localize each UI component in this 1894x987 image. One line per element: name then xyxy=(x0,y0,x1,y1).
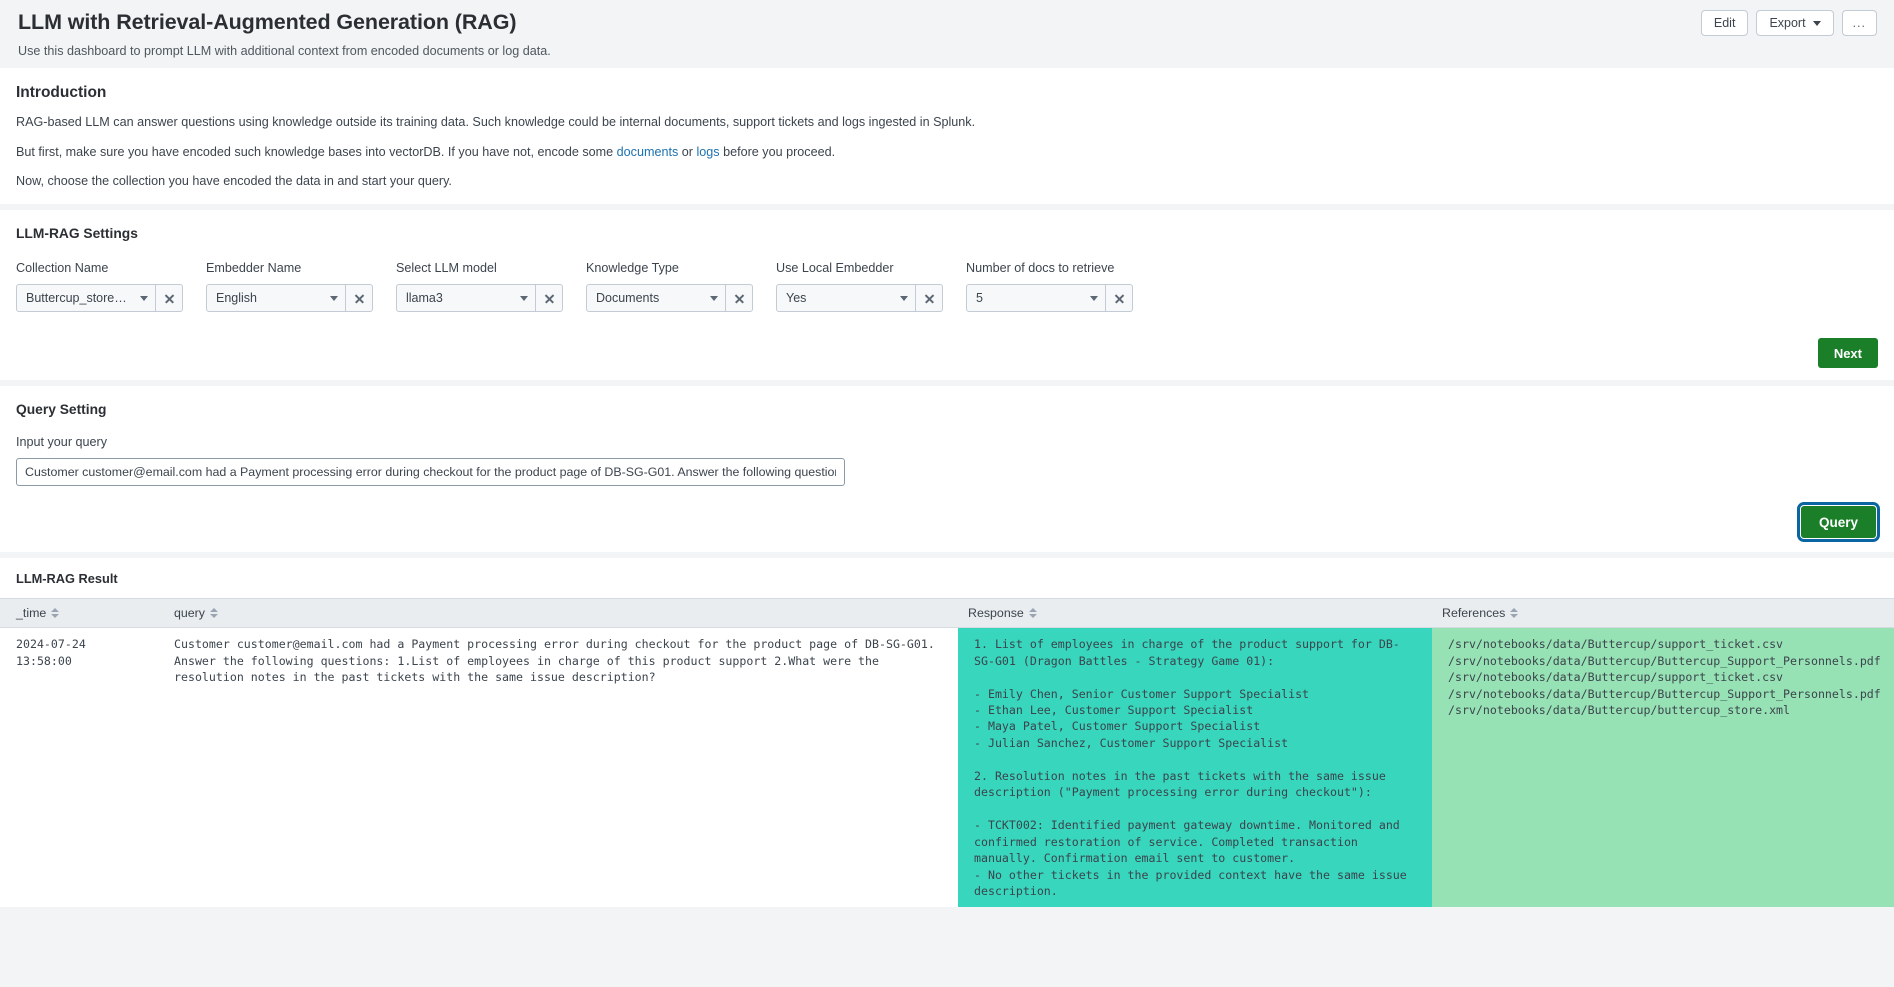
introduction-heading: Introduction xyxy=(16,84,107,101)
collection-name-clear-button[interactable] xyxy=(156,284,183,313)
field-label-use-local-embedder: Use Local Embedder xyxy=(776,261,894,276)
use-local-embedder-value: Yes xyxy=(786,291,807,306)
sort-icon[interactable] xyxy=(1028,607,1037,619)
number-of-docs-select[interactable]: 5 xyxy=(966,284,1106,313)
chevron-down-icon xyxy=(1090,295,1098,301)
use-local-embedder-clear-button[interactable] xyxy=(916,284,943,313)
close-icon xyxy=(924,293,935,304)
chevron-down-icon xyxy=(140,295,148,301)
llm-model-value: llama3 xyxy=(406,291,443,306)
edit-button[interactable]: Edit xyxy=(1700,10,1749,36)
field-label-collection-name: Collection Name xyxy=(16,261,109,276)
use-local-embedder-select[interactable]: Yes xyxy=(776,284,916,313)
intro-text-b: or xyxy=(678,144,697,159)
column-header-time-label: _time xyxy=(16,606,47,621)
knowledge-type-value: Documents xyxy=(596,291,660,306)
knowledge-type-clear-button[interactable] xyxy=(726,284,753,313)
query-button[interactable]: Query xyxy=(1796,502,1881,543)
number-of-docs-value: 5 xyxy=(976,291,983,306)
chevron-down-icon xyxy=(330,295,338,301)
llm-rag-settings-panel: LLM-RAG Settings Collection Name Butterc… xyxy=(0,210,1894,381)
dashboard-header: LLM with Retrieval-Augmented Generation … xyxy=(0,0,1894,68)
query-setting-panel: Query Setting Input your query Query xyxy=(0,386,1894,553)
export-button[interactable]: Export xyxy=(1756,10,1834,36)
cell-time: 2024-07-24 13:58:00 xyxy=(16,637,93,668)
query-button-row: Query xyxy=(0,486,1894,552)
column-header-response[interactable]: Response xyxy=(958,598,1432,629)
chevron-down-icon xyxy=(900,295,908,301)
settings-title: LLM-RAG Settings xyxy=(16,226,138,242)
collection-name-select[interactable]: Buttercup_store_in... xyxy=(16,284,156,313)
logs-link[interactable]: logs xyxy=(696,145,719,159)
column-header-time[interactable]: _time xyxy=(0,598,158,629)
documents-link[interactable]: documents xyxy=(617,145,679,159)
result-title: LLM-RAG Result xyxy=(16,571,118,587)
embedder-name-clear-button[interactable] xyxy=(346,284,373,313)
field-label-knowledge-type: Knowledge Type xyxy=(586,261,679,276)
result-table-body: 2024-07-24 13:58:00 Customer customer@em… xyxy=(0,627,1894,908)
field-collection-name: Collection Name Buttercup_store_in... xyxy=(16,261,206,313)
result-table: _time query Response References 2024-07-… xyxy=(0,598,1894,908)
result-table-head: _time query Response References xyxy=(0,598,1894,629)
column-header-references-label: References xyxy=(1442,606,1506,621)
close-icon xyxy=(164,293,175,304)
introduction-paragraph-3: Now, choose the collection you have enco… xyxy=(16,174,452,189)
table-row[interactable]: 2024-07-24 13:58:00 Customer customer@em… xyxy=(0,627,1894,908)
more-options-button[interactable]: ... xyxy=(1841,10,1877,36)
query-input-label: Input your query xyxy=(16,435,108,450)
field-label-number-of-docs: Number of docs to retrieve xyxy=(966,261,1115,276)
table-header-row: _time query Response References xyxy=(0,598,1894,629)
number-of-docs-clear-button[interactable] xyxy=(1106,284,1133,313)
column-header-query[interactable]: query xyxy=(158,598,958,629)
cell-query: Customer customer@email.com had a Paymen… xyxy=(174,637,942,685)
column-header-references[interactable]: References xyxy=(1432,598,1894,629)
embedder-name-select[interactable]: English xyxy=(206,284,346,313)
field-knowledge-type: Knowledge Type Documents xyxy=(586,261,776,313)
cell-response: 1. List of employees in charge of the pr… xyxy=(958,627,1432,908)
introduction-panel: Introduction RAG-based LLM can answer qu… xyxy=(0,68,1894,205)
page-title: LLM with Retrieval-Augmented Generation … xyxy=(18,10,517,34)
settings-fields-row: Collection Name Buttercup_store_in... Em… xyxy=(16,261,1878,313)
field-select-llm-model: Select LLM model llama3 xyxy=(396,261,586,313)
field-number-of-docs: Number of docs to retrieve 5 xyxy=(966,261,1166,313)
close-icon xyxy=(354,293,365,304)
query-setting-title: Query Setting xyxy=(16,402,107,418)
header-actions: Edit Export ... xyxy=(1700,10,1877,36)
field-embedder-name: Embedder Name English xyxy=(206,261,396,313)
close-icon xyxy=(1114,293,1125,304)
llm-rag-result-panel: LLM-RAG Result _time query Response Refe… xyxy=(0,558,1894,908)
query-input[interactable] xyxy=(16,458,845,487)
edit-button-label: Edit xyxy=(1713,16,1736,30)
intro-text-c: before you proceed. xyxy=(719,144,836,159)
sort-icon[interactable] xyxy=(210,607,218,619)
page-subtitle: Use this dashboard to prompt LLM with ad… xyxy=(18,44,551,58)
more-options-label: ... xyxy=(1852,16,1866,30)
export-button-label: Export xyxy=(1769,16,1806,30)
llm-model-clear-button[interactable] xyxy=(536,284,563,313)
intro-text-a: But first, make sure you have encoded su… xyxy=(16,144,617,159)
column-header-query-label: query xyxy=(174,606,205,621)
embedder-name-value: English xyxy=(216,291,257,306)
close-icon xyxy=(734,293,745,304)
chevron-down-icon xyxy=(710,295,718,301)
chevron-down-icon xyxy=(1812,20,1821,26)
next-button[interactable]: Next xyxy=(1817,338,1878,369)
sort-icon[interactable] xyxy=(51,607,60,619)
next-button-row: Next xyxy=(0,316,1894,380)
introduction-paragraph-1: RAG-based LLM can answer questions using… xyxy=(16,115,976,129)
chevron-down-icon xyxy=(520,295,528,301)
knowledge-type-select[interactable]: Documents xyxy=(586,284,726,313)
introduction-paragraph-2: But first, make sure you have encoded su… xyxy=(16,145,1878,161)
close-icon xyxy=(544,293,555,304)
collection-name-value: Buttercup_store_in... xyxy=(26,291,132,306)
llm-model-select[interactable]: llama3 xyxy=(396,284,536,313)
field-label-select-llm-model: Select LLM model xyxy=(396,261,497,276)
column-header-response-label: Response xyxy=(968,606,1024,621)
field-use-local-embedder: Use Local Embedder Yes xyxy=(776,261,966,313)
cell-references: /srv/notebooks/data/Buttercup/support_ti… xyxy=(1432,627,1894,908)
field-label-embedder-name: Embedder Name xyxy=(206,261,302,276)
sort-icon[interactable] xyxy=(1510,607,1519,619)
